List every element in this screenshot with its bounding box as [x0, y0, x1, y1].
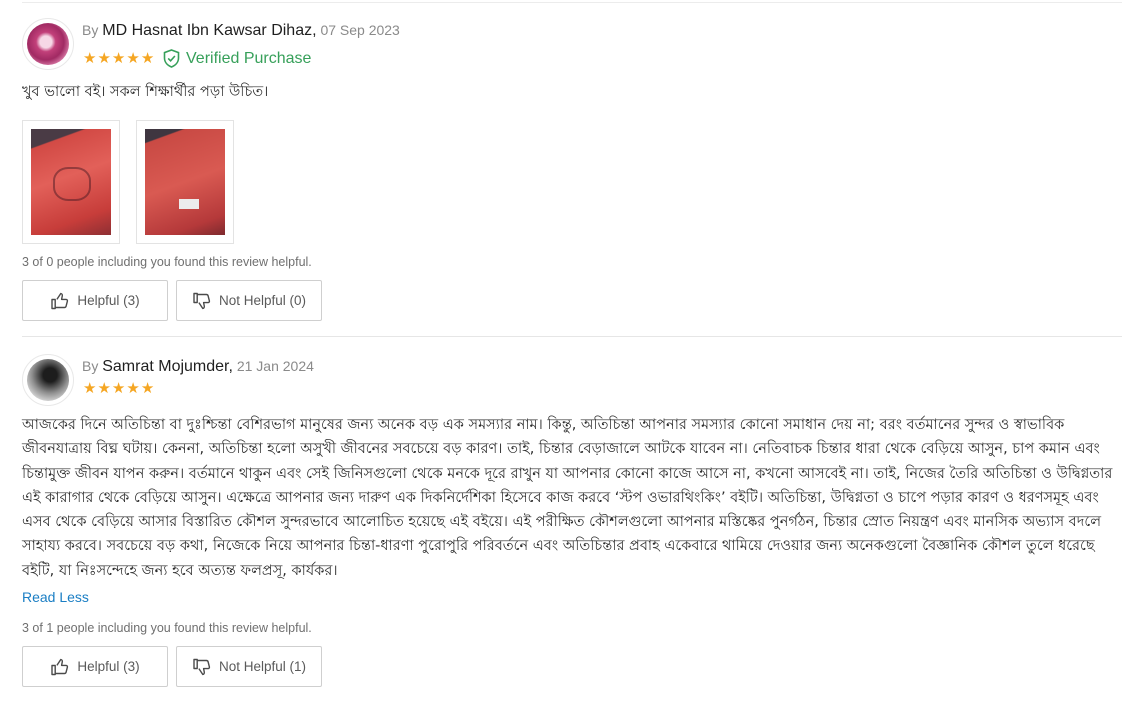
not-helpful-label: Not Helpful (0): [218, 293, 307, 308]
star-rating: ★ ★ ★ ★ ★: [83, 51, 154, 66]
helpful-count-note: 3 of 0 people including you found this r…: [22, 255, 312, 269]
review-byline: By MD Hasnat Ibn Kawsar Dihaz, 07 Sep 20…: [82, 22, 400, 40]
thumbs-down-icon: [192, 291, 212, 311]
thumbs-up-icon: [50, 291, 70, 311]
star-icon: ★: [140, 379, 155, 397]
star-icon: ★: [83, 379, 97, 397]
review-text: আজকের দিনে অতিচিন্তা বা দুঃশ্চিন্তা বেশি…: [22, 417, 1113, 579]
star-icon: ★: [126, 379, 140, 397]
not-helpful-button[interactable]: Not Helpful (0): [176, 280, 322, 321]
avatar: [22, 354, 74, 406]
verified-purchase-badge: Verified Purchase: [163, 49, 311, 68]
read-less-link[interactable]: Read Less: [22, 589, 89, 605]
helpful-count-note: 3 of 1 people including you found this r…: [22, 621, 312, 635]
verified-label: Verified Purchase: [186, 49, 312, 67]
star-rating: ★ ★ ★ ★ ★: [83, 381, 154, 396]
review-date: 07 Sep 2023: [320, 22, 400, 38]
star-icon: ★: [97, 379, 111, 397]
avatar: [22, 18, 74, 70]
helpful-button[interactable]: Helpful (3): [22, 280, 168, 321]
helpful-label: Helpful (3): [77, 659, 140, 674]
review-text: খুব ভালো বই। সকল শিক্ষার্থীর পড়া উচিত।: [22, 84, 269, 100]
review-date: 21 Jan 2024: [236, 358, 314, 374]
star-icon: ★: [140, 49, 155, 67]
helpful-label: Helpful (3): [77, 293, 140, 308]
review-photo-thumbnail[interactable]: [22, 120, 120, 244]
by-prefix: By: [82, 22, 99, 38]
by-prefix: By: [82, 358, 99, 374]
review-divider: [22, 336, 1122, 337]
review-byline: By Samrat Mojumder, 21 Jan 2024: [82, 358, 314, 376]
not-helpful-button[interactable]: Not Helpful (1): [176, 646, 322, 687]
star-icon: ★: [111, 49, 126, 67]
reviewer-name: Samrat Mojumder,: [102, 358, 233, 375]
review-item: By MD Hasnat Ibn Kawsar Dihaz, 07 Sep 20…: [0, 0, 1138, 338]
thumbs-down-icon: [192, 657, 212, 677]
reviewer-name: MD Hasnat Ibn Kawsar Dihaz,: [102, 22, 317, 39]
star-icon: ★: [126, 49, 140, 67]
star-icon: ★: [97, 49, 111, 67]
star-icon: ★: [111, 379, 126, 397]
book-back-photo: [145, 129, 225, 235]
star-icon: ★: [83, 49, 97, 67]
review-photo-thumbnail[interactable]: [136, 120, 234, 244]
thumbs-up-icon: [50, 657, 70, 677]
book-cover-photo: [31, 129, 111, 235]
helpful-button[interactable]: Helpful (3): [22, 646, 168, 687]
not-helpful-label: Not Helpful (1): [218, 659, 307, 674]
shield-check-icon: [163, 49, 180, 68]
